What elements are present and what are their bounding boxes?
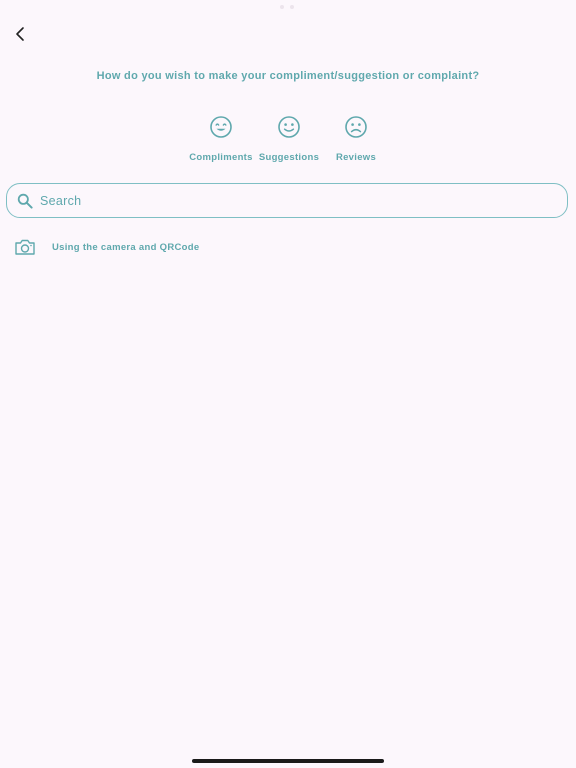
choice-reviews[interactable]: Reviews <box>321 114 391 163</box>
status-bar <box>0 0 576 16</box>
search-input[interactable] <box>40 184 540 217</box>
sad-face-icon <box>345 116 367 138</box>
choice-label-compliments: Compliments <box>189 152 253 163</box>
camera-icon <box>15 239 35 255</box>
home-indicator <box>192 759 384 763</box>
search-box[interactable] <box>6 183 568 218</box>
multitasking-dots <box>280 5 294 9</box>
choice-label-suggestions: Suggestions <box>258 152 320 163</box>
choice-suggestions[interactable]: Suggestions <box>254 114 324 163</box>
smile-face-icon <box>278 116 300 138</box>
choice-label-reviews: Reviews <box>335 152 377 163</box>
camera-qrcode-button[interactable]: Using the camera and QRCode <box>14 237 199 257</box>
camera-label: Using the camera and QRCode <box>52 241 200 253</box>
back-button[interactable] <box>8 22 32 46</box>
page-question: How do you wish to make your compliment/… <box>96 70 480 82</box>
search-icon <box>17 193 33 209</box>
choice-compliments[interactable]: Compliments <box>186 114 256 163</box>
chevron-left-icon <box>16 27 24 41</box>
happy-face-icon <box>210 116 232 138</box>
